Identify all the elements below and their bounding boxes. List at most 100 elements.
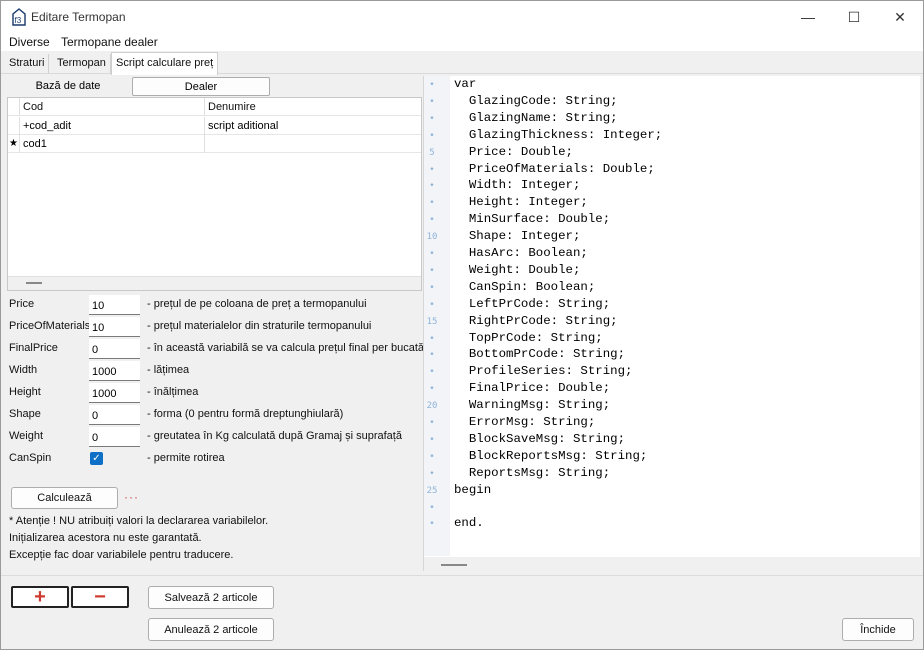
- code-line[interactable]: GlazingThickness: Integer;: [454, 128, 662, 142]
- field-label: Weight: [9, 430, 44, 442]
- save-button[interactable]: Salvează 2 articole: [148, 586, 274, 609]
- minus-icon: −: [94, 586, 106, 608]
- code-line[interactable]: BlockSaveMsg: String;: [454, 432, 625, 446]
- shape-input[interactable]: [89, 405, 140, 425]
- weight-input[interactable]: [89, 427, 140, 447]
- close-button[interactable]: Închide: [842, 618, 914, 641]
- field-row-width: Width - lățimea: [1, 361, 422, 381]
- cell-denumire[interactable]: script aditional: [206, 117, 420, 135]
- code-line[interactable]: Weight: Double;: [454, 263, 581, 277]
- field-label: CanSpin: [9, 452, 52, 464]
- warning-note-line-2: Inițializarea acestora nu este garantată…: [9, 532, 202, 544]
- cell-denumire[interactable]: [206, 135, 420, 153]
- code-line[interactable]: Width: Integer;: [454, 178, 581, 192]
- code-line[interactable]: ProfileSeries: String;: [454, 364, 633, 378]
- field-description: - prețul de pe coloana de preț a termopa…: [147, 298, 367, 310]
- column-header-cod[interactable]: Cod: [21, 98, 205, 116]
- line-number: •: [429, 299, 435, 310]
- more-options-icon[interactable]: ···: [124, 490, 139, 504]
- code-line[interactable]: Shape: Integer;: [454, 229, 581, 243]
- table-row[interactable]: +cod_adit script aditional: [8, 117, 421, 135]
- cancel-button[interactable]: Anulează 2 articole: [148, 618, 274, 641]
- line-number: •: [429, 502, 435, 513]
- line-number: •: [429, 434, 435, 445]
- code-line[interactable]: HasArc: Boolean;: [454, 246, 588, 260]
- code-line[interactable]: Height: Integer;: [454, 195, 588, 209]
- line-number: •: [429, 215, 435, 226]
- line-number-gutter: • • • • 5 • • • • 10 • • • • 15 • • • • 20 • • • • 25 • •: [424, 76, 450, 556]
- line-number: •: [429, 350, 435, 361]
- field-row-finalprice: FinalPrice - în această variabilă se va …: [1, 339, 424, 359]
- code-line[interactable]: BlockReportsMsg: String;: [454, 449, 647, 463]
- field-row-weight: Weight - greutatea în Kg calculată după …: [1, 427, 422, 447]
- price-input[interactable]: [89, 295, 140, 315]
- field-description: - lățimea: [147, 364, 190, 376]
- code-line[interactable]: GlazingName: String;: [454, 111, 618, 125]
- field-row-canspin: CanSpin ✓ - permite rotirea: [1, 449, 422, 469]
- code-line[interactable]: Price: Double;: [454, 145, 573, 159]
- line-number: •: [429, 130, 435, 141]
- row-indicator: [8, 117, 20, 135]
- line-number: •: [429, 451, 435, 462]
- width-input[interactable]: [89, 361, 140, 381]
- code-line[interactable]: WarningMsg: String;: [454, 398, 610, 412]
- minimize-icon: —: [801, 9, 815, 25]
- priceofmaterials-input[interactable]: [89, 317, 140, 337]
- menu-diverse[interactable]: Diverse: [9, 35, 50, 49]
- subtab-baza-de-date[interactable]: Bază de date: [9, 77, 127, 96]
- line-number: •: [429, 519, 435, 530]
- bottom-divider: [1, 575, 923, 576]
- app-icon: f3: [12, 8, 26, 26]
- warning-note-line-1: * Atenție ! NU atribuiți valori la decla…: [9, 515, 269, 527]
- cell-cod[interactable]: +cod_adit: [21, 117, 205, 135]
- subtab-dealer[interactable]: Dealer: [132, 77, 270, 96]
- tab-bar: Straturi Termopan Script calculare preț: [1, 52, 923, 75]
- editor-horizontal-scrollbar[interactable]: [424, 557, 921, 571]
- code-line[interactable]: TopPrCode: String;: [454, 331, 603, 345]
- code-line[interactable]: GlazingCode: String;: [454, 94, 618, 108]
- remove-button[interactable]: −: [71, 586, 129, 608]
- code-line[interactable]: PriceOfMaterials: Double;: [454, 162, 655, 176]
- code-line[interactable]: CanSpin: Boolean;: [454, 280, 595, 294]
- code-line[interactable]: begin: [454, 483, 491, 497]
- code-line[interactable]: end.: [454, 516, 484, 530]
- cell-cod[interactable]: cod1: [21, 135, 205, 153]
- code-line[interactable]: var: [454, 77, 476, 91]
- close-window-button[interactable]: ✕: [877, 1, 923, 33]
- line-number: •: [429, 384, 435, 395]
- code-line[interactable]: ReportsMsg: String;: [454, 466, 610, 480]
- tab-straturi[interactable]: Straturi: [5, 54, 50, 74]
- table-row[interactable]: ★ cod1: [8, 135, 421, 153]
- script-code-editor[interactable]: • • • • 5 • • • • 10 • • • • 15 • • • • 20 • • • • 25 • • var Glaz…: [423, 76, 921, 571]
- code-line[interactable]: BottomPrCode: String;: [454, 347, 625, 361]
- code-line[interactable]: RightPrCode: String;: [454, 314, 618, 328]
- code-line[interactable]: FinalPrice: Double;: [454, 381, 610, 395]
- grid-indicator-header: [8, 98, 20, 116]
- code-line[interactable]: MinSurface: Double;: [454, 212, 610, 226]
- field-description: - înălțimea: [147, 386, 199, 398]
- field-description: - greutatea în Kg calculată după Gramaj …: [147, 430, 402, 442]
- field-row-shape: Shape - forma (0 pentru formă dreptunghi…: [1, 405, 422, 425]
- maximize-button[interactable]: ☐: [831, 1, 877, 33]
- add-button[interactable]: +: [11, 586, 69, 608]
- code-line[interactable]: LeftPrCode: String;: [454, 297, 610, 311]
- tab-termopan[interactable]: Termopan: [53, 54, 111, 74]
- plus-icon: +: [34, 586, 46, 608]
- tab-script-calculare-pret[interactable]: Script calculare preț: [111, 52, 219, 75]
- height-input[interactable]: [89, 383, 140, 403]
- field-label: Height: [9, 386, 41, 398]
- menu-termopane-dealer[interactable]: Termopane dealer: [61, 35, 158, 49]
- line-number: •: [429, 282, 435, 293]
- field-label: FinalPrice: [9, 342, 58, 354]
- code-line[interactable]: ErrorMsg: String;: [454, 415, 595, 429]
- field-label: Width: [9, 364, 38, 376]
- scrollbar-thumb[interactable]: [26, 282, 42, 284]
- column-header-denumire[interactable]: Denumire: [206, 98, 420, 116]
- maximize-icon: ☐: [847, 8, 861, 25]
- calculeaza-button[interactable]: Calculează: [11, 487, 118, 509]
- minimize-button[interactable]: —: [785, 1, 831, 33]
- finalprice-input[interactable]: [89, 339, 140, 359]
- canspin-checkbox[interactable]: ✓: [90, 452, 103, 465]
- scrollbar-thumb[interactable]: [441, 564, 467, 566]
- grid-horizontal-scrollbar[interactable]: [8, 276, 421, 290]
